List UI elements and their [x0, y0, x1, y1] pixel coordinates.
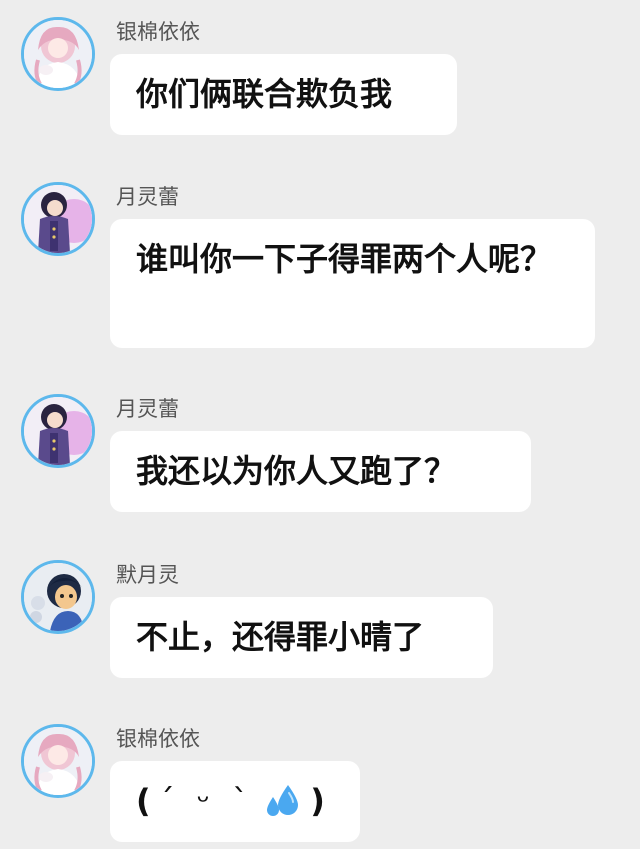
sender-name: 银棉依依: [116, 727, 200, 751]
pink-haired-girl-avatar-icon[interactable]: [21, 17, 95, 91]
message-bubble[interactable]: 谁叫你一下子得罪两个人呢？: [110, 219, 595, 348]
dark-haired-boy-avatar-icon[interactable]: [21, 560, 95, 634]
message-text: 谁叫你一下子得罪两个人呢？: [136, 240, 553, 278]
pink-haired-girl-avatar-icon[interactable]: [21, 724, 95, 798]
message-bubble[interactable]: 不止，还得罪小晴了: [110, 597, 493, 678]
message-bubble[interactable]: ( ´ ᵕ ` ): [110, 761, 360, 842]
sweat-droplets-icon: [262, 781, 302, 821]
emoticon-open-paren: (: [136, 782, 151, 820]
chat-message-list: 银棉依依 你们俩联合欺负我 月灵蕾 谁叫你一下子得罪两个人呢？ 月灵蕾 我还以为…: [0, 0, 640, 849]
sender-name: 银棉依依: [116, 20, 200, 44]
purple-coat-girl-avatar-icon[interactable]: [21, 394, 95, 468]
message-bubble[interactable]: 你们俩联合欺负我: [110, 54, 457, 135]
message-bubble[interactable]: 我还以为你人又跑了？: [110, 431, 531, 512]
emoticon-close-paren: ): [310, 782, 325, 820]
message-text: 我还以为你人又跑了？: [136, 452, 457, 490]
sender-name: 月灵蕾: [116, 185, 179, 209]
sender-name: 月灵蕾: [116, 397, 179, 421]
emoticon-face: ´ ᵕ `: [158, 782, 255, 820]
sender-name: 默月灵: [116, 563, 179, 587]
emoticon-text: ( ´ ᵕ ` ): [136, 779, 334, 823]
message-text: 你们俩联合欺负我: [136, 75, 393, 113]
message-text: 不止，还得罪小晴了: [136, 618, 425, 656]
purple-coat-girl-avatar-icon[interactable]: [21, 182, 95, 256]
